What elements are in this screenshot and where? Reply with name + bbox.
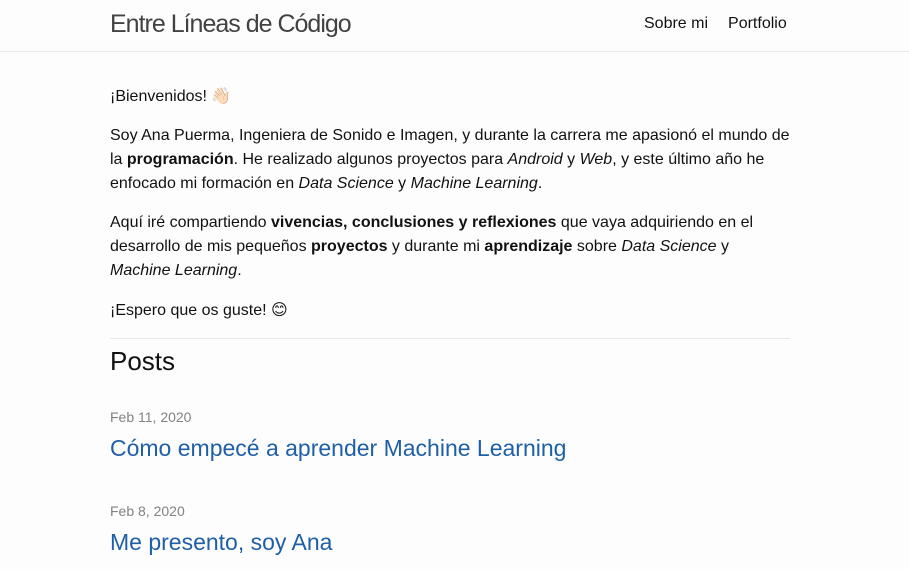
intro-text: . He realizado algunos proyectos para (233, 151, 508, 168)
intro-italic-text: Web (579, 151, 613, 168)
closing-text: ¡Espero que os guste! (110, 302, 267, 319)
intro-bold-text: vivencias, conclusiones y reflexiones (270, 214, 557, 231)
intro-text: y (562, 151, 580, 168)
post-title-link[interactable]: Me presento, soy Ana (110, 525, 790, 559)
intro-paragraph-1: Soy Ana Puerma, Ingeniera de Sonido e Im… (110, 124, 790, 196)
intro-text: . (537, 175, 543, 192)
greeting-paragraph: ¡Bienvenidos! 👋🏻 (110, 84, 790, 109)
closing-paragraph: ¡Espero que os guste! 😊 (110, 298, 790, 323)
greeting-text: ¡Bienvenidos! (110, 88, 207, 105)
intro-text: Aquí iré compartiendo (110, 214, 271, 231)
intro-italic-text: Machine Learning (410, 175, 538, 192)
intro-italic-text: Data Science (621, 238, 717, 255)
post-title-link[interactable]: Cómo empecé a aprender Machine Learning (110, 431, 790, 465)
intro-text: y (393, 175, 411, 192)
posts-heading: Posts (110, 346, 176, 376)
nav-link-portfolio[interactable]: Portfolio (728, 15, 787, 33)
intro-bold-text: proyectos (311, 238, 388, 255)
post-date: Feb 8, 2020 (110, 503, 185, 519)
intro-italic-text: Data Science (298, 175, 394, 192)
nav-link-sobre-mi[interactable]: Sobre mi (644, 15, 708, 33)
intro-italic-text: Android (507, 151, 563, 168)
intro-text: . (237, 262, 242, 279)
intro-text: y (716, 238, 729, 255)
intro-text: sobre (572, 238, 622, 255)
post-list: Feb 11, 2020 Cómo empecé a aprender Mach… (110, 407, 790, 559)
smiling-face-icon: 😊 (271, 300, 288, 319)
page-content: ¡Bienvenidos! 👋🏻 Soy Ana Puerma, Ingenie… (110, 84, 790, 569)
waving-hand-icon: 👋🏻 (211, 86, 232, 105)
intro-paragraph-2: Aquí iré compartiendo vivencias, conclus… (110, 211, 790, 283)
post-list-item: Feb 8, 2020 Me presento, soy Ana (110, 501, 790, 559)
section-divider (110, 338, 790, 339)
intro-bold-text: programación (126, 151, 234, 168)
site-nav: Sobre mi Portfolio (644, 15, 787, 33)
intro-italic-text: Machine Learning (110, 262, 238, 279)
site-title-link[interactable]: Entre Líneas de Código (110, 10, 352, 39)
post-list-item: Feb 11, 2020 Cómo empecé a aprender Mach… (110, 407, 790, 465)
intro-bold-text: aprendizaje (484, 238, 573, 255)
post-date: Feb 11, 2020 (110, 409, 192, 425)
intro-text: y durante mi (387, 238, 485, 255)
site-header: Entre Líneas de Código Sobre mi Portfoli… (0, 0, 909, 52)
